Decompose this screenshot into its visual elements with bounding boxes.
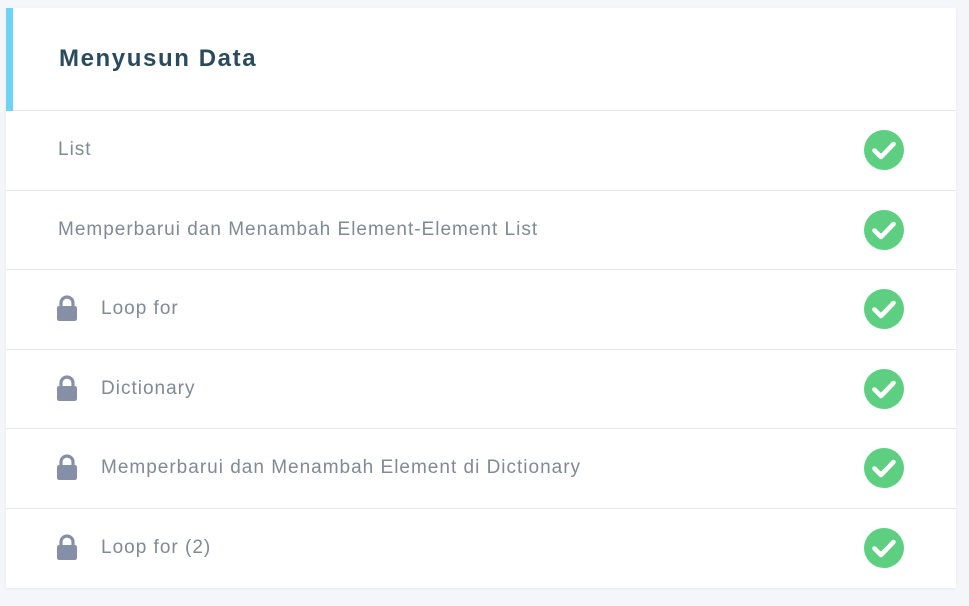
check-circle-icon (864, 528, 904, 569)
lesson-item-3[interactable]: Loop for (6, 270, 956, 350)
lesson-label: Dictionary (101, 377, 196, 399)
section-accent-bar (6, 8, 13, 111)
lesson-label: Loop for (2) (101, 537, 212, 559)
lesson-item-1[interactable]: List (6, 111, 956, 191)
lesson-section-card: Menyusun Data List Memperbarui dan Menam… (6, 8, 956, 588)
lesson-list: List Memperbarui dan Menambah Element-El… (6, 111, 956, 588)
section-header: Menyusun Data (6, 8, 956, 111)
lesson-item-5[interactable]: Memperbarui dan Menambah Element di Dict… (6, 429, 956, 509)
lock-icon (57, 295, 77, 322)
check-circle-icon (864, 209, 904, 250)
lesson-label: List (58, 139, 92, 161)
lesson-item-4[interactable]: Dictionary (6, 350, 956, 429)
lesson-label: Loop for (101, 298, 179, 320)
lesson-item-2[interactable]: Memperbarui dan Menambah Element-Element… (6, 191, 956, 270)
section-title: Menyusun Data (59, 45, 258, 72)
lesson-label: Memperbarui dan Menambah Element di Dict… (101, 457, 582, 479)
lock-icon (57, 375, 77, 401)
lock-icon (57, 454, 77, 481)
check-circle-icon (864, 368, 904, 409)
check-circle-icon (864, 289, 904, 330)
lesson-label: Memperbarui dan Menambah Element-Element… (58, 218, 539, 240)
check-circle-icon (864, 130, 904, 171)
lock-icon (57, 534, 77, 561)
lesson-item-6[interactable]: Loop for (2) (6, 509, 956, 589)
check-circle-icon (864, 448, 904, 489)
